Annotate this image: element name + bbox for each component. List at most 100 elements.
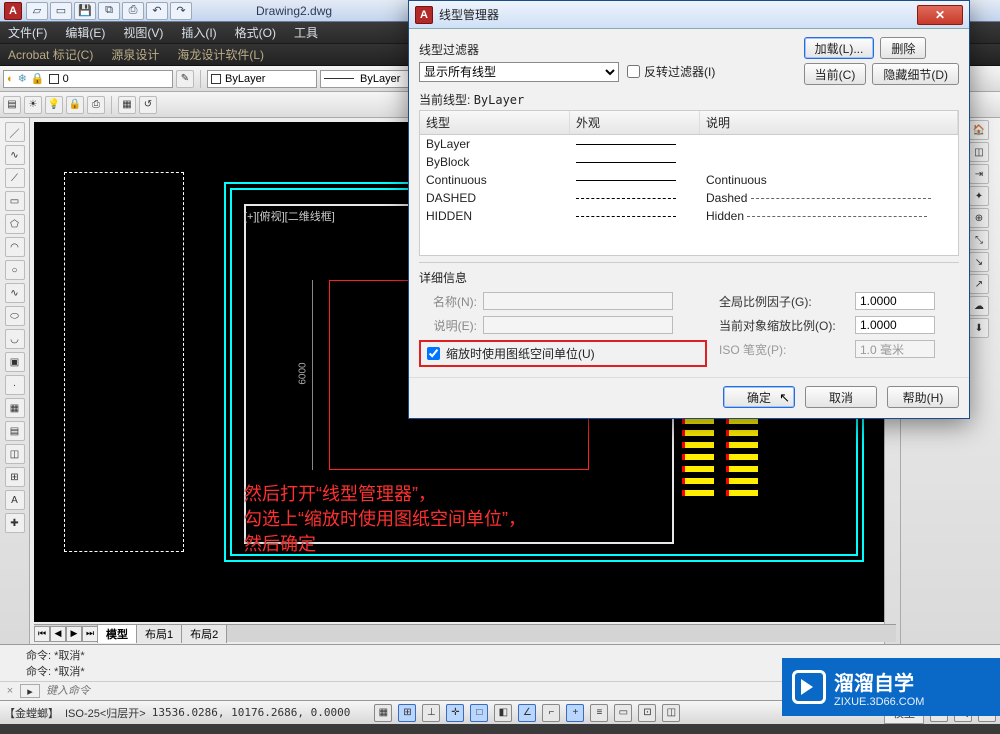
menu-yuanquan[interactable]: 源泉设计 bbox=[111, 46, 159, 63]
layer-manager-icon[interactable]: ✎ bbox=[176, 70, 194, 88]
polygon-icon[interactable]: ⬠ bbox=[5, 214, 25, 234]
tab-next-icon[interactable]: ▶ bbox=[66, 626, 82, 642]
menu-view[interactable]: 视图(V) bbox=[123, 24, 163, 41]
table-icon[interactable]: ⊞ bbox=[5, 467, 25, 487]
qat-new-icon[interactable]: ▱ bbox=[26, 2, 48, 20]
linetype-list[interactable]: 线型 外观 说明 ByLayer ByBlock Continuous bbox=[419, 110, 959, 256]
qat-redo-icon[interactable]: ↷ bbox=[170, 2, 192, 20]
menu-format[interactable]: 格式(O) bbox=[235, 24, 276, 41]
dyn-toggle[interactable]: + bbox=[566, 704, 584, 722]
gradient-icon[interactable]: ▤ bbox=[5, 421, 25, 441]
print-layer-icon[interactable]: ⎙ bbox=[87, 96, 105, 114]
osnap-toggle[interactable]: □ bbox=[470, 704, 488, 722]
linetype-row[interactable]: ByLayer bbox=[420, 135, 958, 153]
layer-states-icon[interactable]: ▤ bbox=[3, 96, 21, 114]
tab-last-icon[interactable]: ⏭ bbox=[82, 626, 98, 642]
sun-icon[interactable]: ☀ bbox=[24, 96, 42, 114]
menu-acrobat[interactable]: Acrobat 标记(C) bbox=[8, 46, 93, 63]
insert-block-icon[interactable]: ⬇ bbox=[969, 318, 989, 338]
extend-icon[interactable]: ⇥ bbox=[969, 164, 989, 184]
linetype-row[interactable]: HIDDEN Hidden bbox=[420, 207, 958, 225]
point-icon[interactable]: · bbox=[5, 375, 25, 395]
lock-layer-icon[interactable]: 🔒 bbox=[66, 96, 84, 114]
otrack-toggle[interactable]: ∠ bbox=[518, 704, 536, 722]
block-icon[interactable]: ▣ bbox=[5, 352, 25, 372]
tab-layout1[interactable]: 布局1 bbox=[136, 624, 182, 643]
mtext-icon[interactable]: A bbox=[5, 490, 25, 510]
mirror-icon[interactable]: ◫ bbox=[969, 142, 989, 162]
tab-first-icon[interactable]: ⏮ bbox=[34, 626, 50, 642]
tab-prev-icon[interactable]: ◀ bbox=[50, 626, 66, 642]
invert-filter-checkbox[interactable]: 反转过滤器(I) bbox=[627, 63, 715, 80]
ellipse-icon[interactable]: ⬭ bbox=[5, 306, 25, 326]
hatch-icon[interactable]: ▦ bbox=[5, 398, 25, 418]
menu-hailong[interactable]: 海龙设计软件(L) bbox=[177, 46, 264, 63]
grid-toggle[interactable]: ⊞ bbox=[398, 704, 416, 722]
tpy-toggle[interactable]: ▭ bbox=[614, 704, 632, 722]
linetype-row[interactable]: Continuous Continuous bbox=[420, 171, 958, 189]
hide-details-button[interactable]: 隐藏细节(D) bbox=[872, 63, 959, 85]
tab-layout2[interactable]: 布局2 bbox=[181, 624, 227, 643]
col-name[interactable]: 线型 bbox=[420, 111, 570, 134]
revision-cloud-icon[interactable]: ☁ bbox=[969, 296, 989, 316]
object-scale-input[interactable] bbox=[855, 316, 935, 334]
col-preview[interactable]: 外观 bbox=[570, 111, 700, 134]
cmdline-close-icon[interactable]: × bbox=[0, 685, 20, 697]
qat-print-icon[interactable]: ⎙ bbox=[122, 2, 144, 20]
set-current-button[interactable]: 当前(C) bbox=[804, 63, 867, 85]
global-scale-input[interactable] bbox=[855, 292, 935, 310]
circle-icon[interactable]: ○ bbox=[5, 260, 25, 280]
menu-edit[interactable]: 编辑(E) bbox=[65, 24, 105, 41]
join-icon[interactable]: ⊕ bbox=[969, 208, 989, 228]
help-button[interactable]: 帮助(H) bbox=[887, 386, 959, 408]
dialog-titlebar[interactable]: A 线型管理器 ✕ bbox=[409, 1, 969, 29]
ortho-toggle[interactable]: ⊥ bbox=[422, 704, 440, 722]
ducs-toggle[interactable]: ⌐ bbox=[542, 704, 560, 722]
linetype-row[interactable]: DASHED Dashed bbox=[420, 189, 958, 207]
menu-tools[interactable]: 工具 bbox=[294, 24, 318, 41]
paperspace-units-checkbox[interactable] bbox=[427, 347, 440, 360]
qat-open-icon[interactable]: ▭ bbox=[50, 2, 72, 20]
qat-saveas-icon[interactable]: ⧉ bbox=[98, 2, 120, 20]
layer-combo[interactable]: ◐ ❄ 🔒 0 bbox=[3, 70, 173, 88]
menu-insert[interactable]: 插入(I) bbox=[181, 24, 216, 41]
cancel-button[interactable]: 取消 bbox=[805, 386, 877, 408]
bulb-icon[interactable]: 💡 bbox=[45, 96, 63, 114]
polyline-icon[interactable]: ∿ bbox=[5, 145, 25, 165]
tab-model[interactable]: 模型 bbox=[97, 624, 137, 643]
lwt-toggle[interactable]: ≡ bbox=[590, 704, 608, 722]
3dosnap-toggle[interactable]: ◧ bbox=[494, 704, 512, 722]
delete-button[interactable]: 删除 bbox=[880, 37, 926, 59]
linetype-filter-combo[interactable]: 显示所有线型 bbox=[419, 62, 619, 82]
addtool-icon[interactable]: ✚ bbox=[5, 513, 25, 533]
color-combo[interactable]: ByLayer bbox=[207, 70, 317, 88]
invert-filter-input[interactable] bbox=[627, 65, 640, 78]
arc-icon[interactable]: ◠ bbox=[5, 237, 25, 257]
line-icon[interactable]: ／ bbox=[5, 122, 25, 142]
qat-undo-icon[interactable]: ↶ bbox=[146, 2, 168, 20]
menu-file[interactable]: 文件(F) bbox=[8, 24, 47, 41]
rectangle-icon[interactable]: ▭ bbox=[5, 191, 25, 211]
col-desc[interactable]: 说明 bbox=[700, 111, 958, 134]
linetype-row[interactable]: ByBlock bbox=[420, 153, 958, 171]
home-icon[interactable]: 🏠 bbox=[969, 120, 989, 140]
region-icon[interactable]: ◫ bbox=[5, 444, 25, 464]
snap-toggle[interactable]: ▦ bbox=[374, 704, 392, 722]
load-button[interactable]: 加载(L)... bbox=[804, 37, 875, 59]
ellipse-arc-icon[interactable]: ◡ bbox=[5, 329, 25, 349]
layer-walk-icon[interactable]: ▦ bbox=[118, 96, 136, 114]
qp-toggle[interactable]: ⊡ bbox=[638, 704, 656, 722]
leader-icon[interactable]: ↘ bbox=[969, 252, 989, 272]
cmdline-prompt-icon[interactable]: ▸ bbox=[20, 684, 40, 698]
explode-icon[interactable]: ✦ bbox=[969, 186, 989, 206]
layer-prev-icon[interactable]: ↺ bbox=[139, 96, 157, 114]
ok-button[interactable]: 确定 ↖ bbox=[723, 386, 795, 408]
dialog-close-button[interactable]: ✕ bbox=[917, 5, 963, 25]
dim-aligned-icon[interactable]: ⤡ bbox=[969, 230, 989, 250]
mleader-style-icon[interactable]: ↗ bbox=[969, 274, 989, 294]
qat-save-icon[interactable]: 💾 bbox=[74, 2, 96, 20]
spline-icon[interactable]: ∿ bbox=[5, 283, 25, 303]
sc-toggle[interactable]: ◫ bbox=[662, 704, 680, 722]
polar-toggle[interactable]: ✛ bbox=[446, 704, 464, 722]
xline-icon[interactable]: ⟋ bbox=[5, 168, 25, 188]
